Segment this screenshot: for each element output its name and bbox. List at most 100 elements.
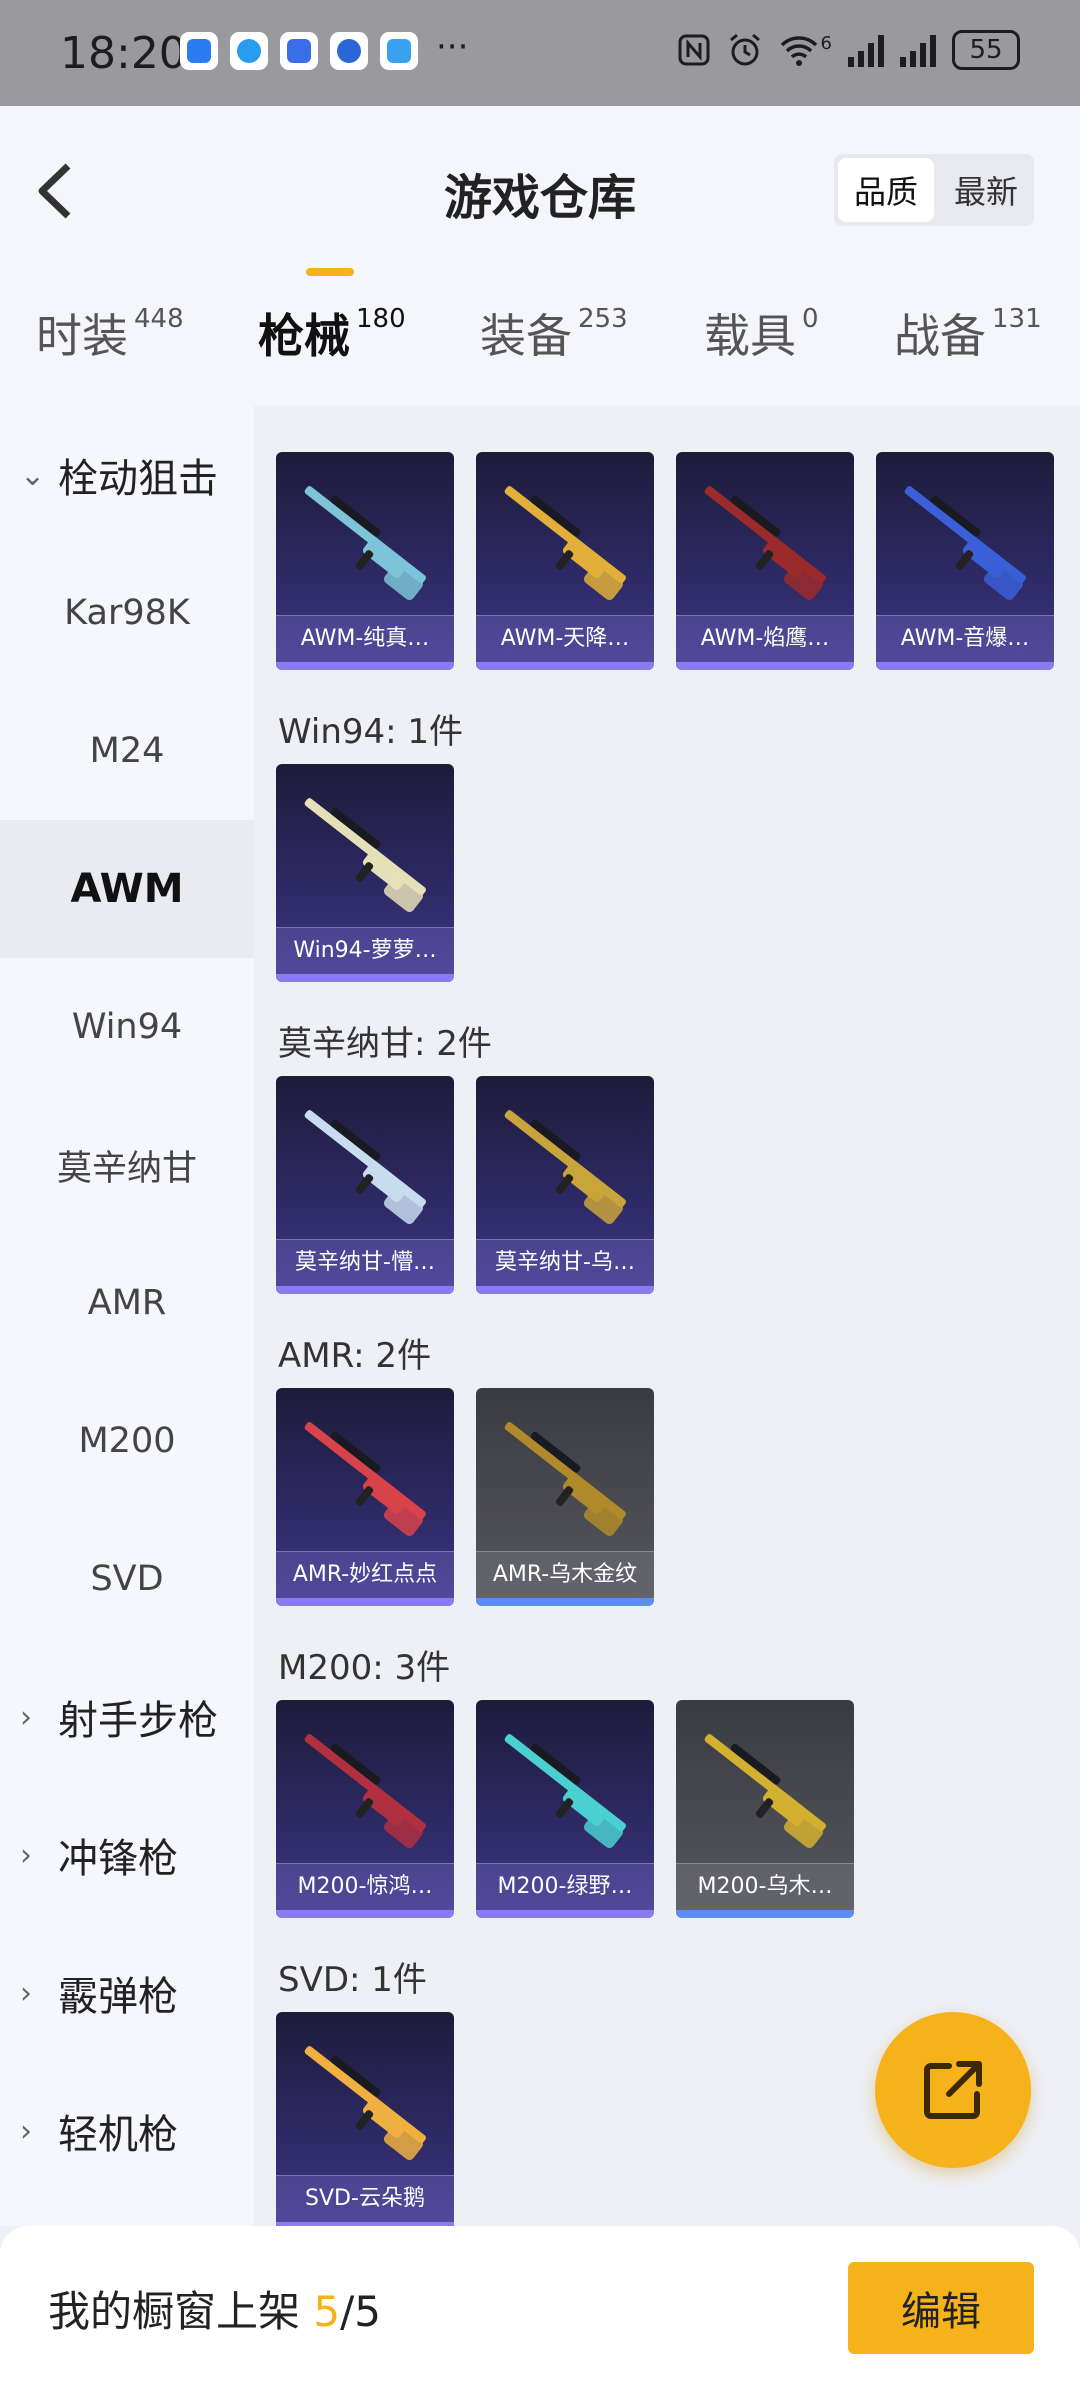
- weapon-skin-card[interactable]: M200-惊鸿…: [276, 1700, 454, 1918]
- weapon-skin-card[interactable]: 莫辛纳甘-乌…: [476, 1076, 654, 1294]
- section-title: Win94: 1件: [278, 712, 464, 752]
- weapon-skin-card[interactable]: AWM-音爆…: [876, 452, 1054, 670]
- weapon-skin-card[interactable]: AMR-妙红点点: [276, 1388, 454, 1606]
- weapon-skin-label: 莫辛纳甘-懵…: [276, 1239, 454, 1286]
- section-title: AMR: 2件: [278, 1336, 432, 1376]
- chevron-right-icon: ›: [20, 1975, 32, 2011]
- system-icons: 6 55: [677, 30, 1020, 70]
- weapon-skin-label: M200-绿野…: [476, 1863, 654, 1910]
- rarity-bar: [276, 1286, 454, 1294]
- rifle-icon: [904, 486, 1026, 601]
- rarity-bar: [476, 1910, 654, 1918]
- share-button[interactable]: [875, 2012, 1031, 2168]
- rarity-bar: [276, 1910, 454, 1918]
- showcase-total: /5: [340, 2287, 381, 2336]
- share-external-icon: [924, 2061, 982, 2119]
- rifle-icon: [304, 1422, 426, 1537]
- sidebar-group-lmg[interactable]: › 轻机枪: [0, 2062, 254, 2200]
- rifle-icon: [304, 2046, 426, 2161]
- status-time: 18:20: [60, 28, 187, 79]
- header: 游戏仓库 品质 最新 时装 448 枪械 180 装备 253 载具 0 战备 131: [0, 106, 1080, 406]
- weapon-skin-label: Win94-萝萝…: [276, 927, 454, 974]
- rarity-bar: [276, 1598, 454, 1606]
- sidebar-group-smg[interactable]: › 冲锋枪: [0, 1786, 254, 1924]
- section-title: 莫辛纳甘: 2件: [278, 1024, 492, 1064]
- weapon-skin-label: AWM-音爆…: [876, 615, 1054, 662]
- battery-icon: 55: [952, 30, 1020, 70]
- rifle-icon: [504, 486, 626, 601]
- sidebar-item-kar98k[interactable]: Kar98K: [0, 544, 254, 682]
- weapon-skin-card[interactable]: SVD-云朵鹅: [276, 2012, 454, 2226]
- sidebar-group-shotgun[interactable]: › 霰弹枪: [0, 1924, 254, 2062]
- tab-vehicles[interactable]: 载具 0: [704, 300, 819, 366]
- alarm-icon: [729, 33, 760, 66]
- rifle-icon: [504, 1422, 626, 1537]
- sidebar-item-win94[interactable]: Win94: [0, 958, 254, 1096]
- status-bar: 18:20 ··· 6 55: [0, 0, 1080, 106]
- rifle-icon: [704, 1734, 826, 1849]
- sidebar-group-marksman[interactable]: › 射手步枪: [0, 1648, 254, 1786]
- weapon-skin-label: AWM-纯真…: [276, 615, 454, 662]
- sidebar-item-awm[interactable]: AWM: [0, 820, 254, 958]
- weapon-skin-label: 莫辛纳甘-乌…: [476, 1239, 654, 1286]
- tab-equipment[interactable]: 装备 253: [480, 300, 628, 366]
- weapon-skin-label: M200-惊鸿…: [276, 1863, 454, 1910]
- rarity-bar: [476, 1286, 654, 1294]
- signal-icon-2: [900, 33, 936, 67]
- weapon-skin-label: M200-乌木…: [676, 1863, 854, 1910]
- weapon-skin-card[interactable]: M200-绿野…: [476, 1700, 654, 1918]
- rifle-icon: [704, 486, 826, 601]
- sidebar-item-mosin[interactable]: 莫辛纳甘: [0, 1096, 254, 1234]
- weapon-skin-label: AWM-焰鹰…: [676, 615, 854, 662]
- network-type: 6: [820, 32, 832, 54]
- rarity-bar: [476, 662, 654, 670]
- section-title: SVD: 1件: [278, 1960, 427, 2000]
- rarity-bar: [676, 1910, 854, 1918]
- section-title: M200: 3件: [278, 1648, 451, 1688]
- weapon-skin-card[interactable]: AWM-纯真…: [276, 452, 454, 670]
- edit-button[interactable]: 编辑: [848, 2262, 1034, 2354]
- sidebar-item-amr[interactable]: AMR: [0, 1234, 254, 1372]
- weapon-skin-card[interactable]: AMR-乌木金纹: [476, 1388, 654, 1606]
- chevron-down-icon: ⌄: [20, 457, 46, 493]
- showcase-status: 我的橱窗上架 5/5: [48, 2287, 381, 2336]
- sidebar-item-svd[interactable]: SVD: [0, 1510, 254, 1648]
- sidebar-group-bolt-sniper[interactable]: ⌄ 栓动狙击: [0, 406, 254, 544]
- rifle-icon: [304, 1734, 426, 1849]
- weapon-skin-label: SVD-云朵鹅: [276, 2175, 454, 2222]
- weapon-skin-card[interactable]: AWM-天降…: [476, 452, 654, 670]
- map-app-icon: [330, 32, 368, 70]
- battery-level: 55: [969, 35, 1003, 65]
- active-tab-indicator: [306, 268, 354, 276]
- sort-toggle: 品质 最新: [834, 154, 1034, 226]
- wifi-icon: [780, 36, 817, 66]
- notification-icons: ···: [180, 27, 469, 70]
- rifle-icon: [304, 798, 426, 913]
- rarity-bar: [876, 662, 1054, 670]
- category-tabs: 时装 448 枪械 180 装备 253 载具 0 战备 131: [0, 300, 1080, 390]
- rarity-bar: [276, 662, 454, 670]
- weapon-skin-card[interactable]: 莫辛纳甘-懵…: [276, 1076, 454, 1294]
- showcase-bar: 我的橱窗上架 5/5 编辑: [0, 2226, 1080, 2387]
- signal-icon-1: [848, 33, 884, 67]
- chat-app-icon: [230, 32, 268, 70]
- weapon-skin-card[interactable]: AWM-焰鹰…: [676, 452, 854, 670]
- rifle-icon: [304, 1110, 426, 1225]
- tab-supplies[interactable]: 战备 131: [894, 300, 1042, 366]
- weapon-skin-card[interactable]: Win94-萝萝…: [276, 764, 454, 982]
- sort-quality-button[interactable]: 品质: [838, 158, 934, 222]
- weapon-skin-label: AMR-妙红点点: [276, 1551, 454, 1598]
- tab-guns[interactable]: 枪械 180: [258, 300, 406, 366]
- weapon-skin-label: AMR-乌木金纹: [476, 1551, 654, 1598]
- more-notifications-icon: ···: [436, 27, 469, 67]
- showcase-count: 5: [313, 2287, 341, 2336]
- rifle-icon: [504, 1734, 626, 1849]
- sidebar-item-m200[interactable]: M200: [0, 1372, 254, 1510]
- sort-latest-button[interactable]: 最新: [938, 154, 1034, 226]
- tab-fashion[interactable]: 时装 448: [36, 300, 184, 366]
- weapon-skin-card[interactable]: M200-乌木…: [676, 1700, 854, 1918]
- chevron-right-icon: ›: [20, 2113, 32, 2149]
- sidebar-item-m24[interactable]: M24: [0, 682, 254, 820]
- rarity-bar: [476, 1598, 654, 1606]
- rifle-icon: [304, 486, 426, 601]
